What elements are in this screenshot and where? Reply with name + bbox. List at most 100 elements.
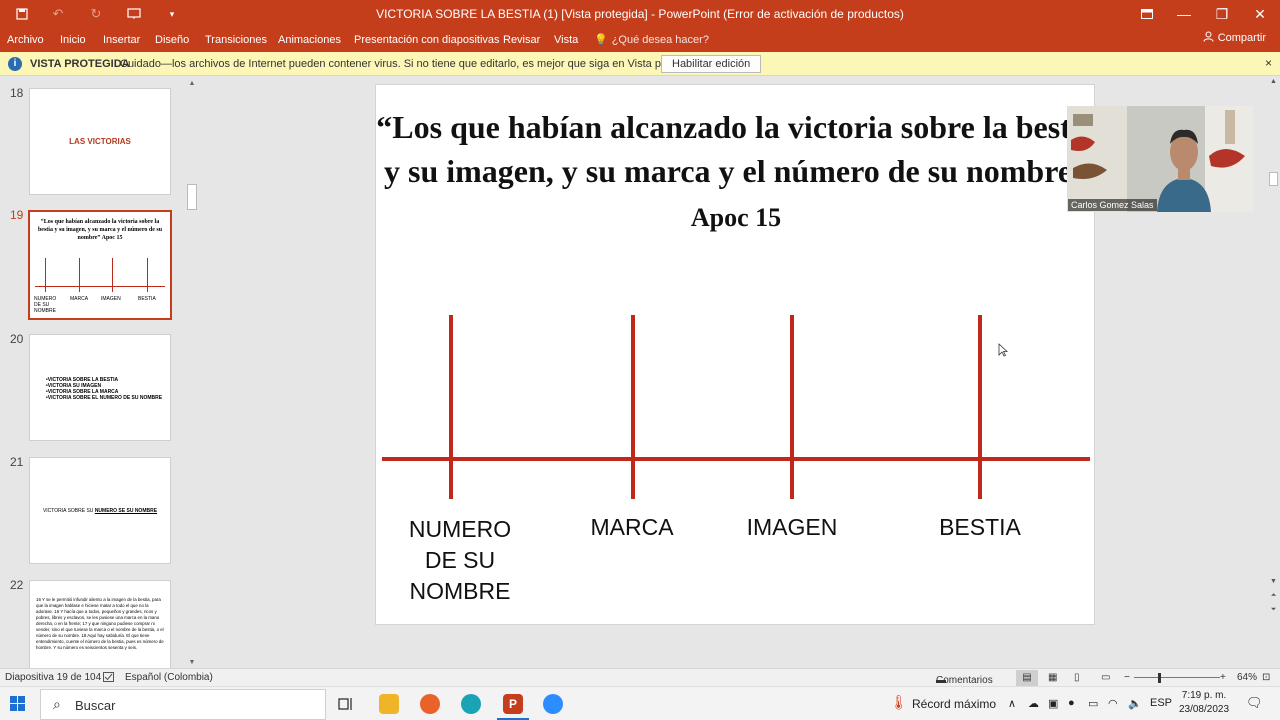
timeline-horizontal-line [382,457,1090,461]
slide-scrollbar-thumb[interactable] [1269,172,1278,186]
slide-title: “Los que habían alcanzado la victoria so… [376,105,1096,240]
thumb-19-hline [35,286,165,287]
language-indicator[interactable]: Español (Colombia) [125,672,213,683]
tab-archivo[interactable]: Archivo [7,28,44,52]
zoom-app-icon[interactable] [543,694,563,714]
tab-inicio[interactable]: Inicio [60,28,86,52]
scroll-up-icon[interactable]: ▲ [1267,78,1280,85]
zoom-level[interactable]: 64% [1237,672,1257,683]
spelling-check-icon[interactable] [103,672,114,685]
scrollbar-thumb[interactable] [187,184,197,210]
microphone-icon[interactable]: ● [1068,697,1075,709]
thumb-19-vline [147,258,148,292]
file-explorer-icon[interactable] [379,694,399,714]
slide-sorter-icon[interactable]: ▦ [1048,672,1057,683]
thumb-19-vline [45,258,46,292]
thumb-21-text: VICTORIA SOBRE SU NUMERO SE SU NOMBRE [30,508,170,514]
scroll-down-icon[interactable]: ▼ [1267,578,1280,585]
clock-time: 7:19 p. m. [1181,690,1227,701]
restore-icon[interactable]: ❐ [1203,0,1241,28]
thumb-21-underlined: NUMERO SE SU NOMBRE [94,508,158,514]
tab-vista[interactable]: Vista [554,28,578,52]
tell-me-box[interactable]: 💡 ¿Qué desea hacer? [594,28,709,52]
background-poster [1067,106,1127,212]
powerpoint-taskbar-icon[interactable]: P [503,694,523,714]
slideshow-view-icon[interactable]: ▭ [1101,672,1110,683]
close-window-icon[interactable]: ✕ [1241,0,1279,28]
fit-slide-icon[interactable]: ⊡ [1262,672,1270,683]
edge-icon[interactable] [461,694,481,714]
tab-insertar[interactable]: Insertar [103,28,140,52]
tab-presentacion[interactable]: Presentación con diapositivas [354,28,500,52]
system-clock[interactable]: 7:19 p. m. 23/08/2023 [1172,689,1236,717]
cloud-icon[interactable]: ☁ [1028,697,1039,710]
zoom-slider[interactable] [1134,677,1220,678]
video-participant-tile[interactable]: Carlos Gomez Salas [1067,106,1253,212]
zoom-in-icon[interactable]: + [1220,672,1226,683]
present-from-start-icon[interactable] [120,0,148,28]
thumb-number: 20 [10,332,24,346]
search-icon: ⌕ [53,696,61,712]
zoom-out-icon[interactable]: − [1124,672,1130,683]
scroll-down-icon[interactable]: ▼ [186,659,198,666]
customize-toolbar-icon[interactable]: ▾ [158,0,186,28]
slide-scrollbar[interactable]: ▲ ▼ ⏶ ⏷ [1267,76,1280,668]
person-icon [1203,31,1214,45]
windows-taskbar: ⌕ Buscar P 🌡 Récord máximo ∧ ☁ ▣ ● ▭ ◠ 🔈… [0,686,1280,720]
save-icon[interactable] [8,0,36,28]
tab-revisar[interactable]: Revisar [503,28,540,52]
slide-thumbnail-22[interactable]: 16 Y se le permitió infundir aliento a l… [29,580,171,668]
thumb-21-lead: VICTORIA SOBRE SU [42,508,94,514]
thumb-19-vline [112,258,113,292]
ribbon-display-icon[interactable] [1128,0,1166,28]
next-slide-icon[interactable]: ⏷ [1267,606,1280,614]
firefox-icon[interactable] [420,694,440,714]
slide-thumbnail-pane[interactable]: 18 LAS VICTORIAS 19 “Los que habían alca… [0,76,201,668]
label-numero: NUMERO DE SU NOMBRE [408,516,512,604]
show-hidden-icons[interactable]: ∧ [1008,697,1016,710]
windows-start-icon[interactable] [10,696,26,712]
title-bar: ↶ ↻ ▾ VICTORIA SOBRE LA BESTIA (1) [Vist… [0,0,1280,28]
thumbnail-scrollbar[interactable]: ▲ ▼ [186,78,198,668]
thumb-22-text: 16 Y se le permitió infundir aliento a l… [36,597,164,650]
protected-view-message: Cuidado—los archivos de Internet pueden … [120,58,704,70]
label-bestia: BESTIA [939,514,1021,540]
tab-animaciones[interactable]: Animaciones [278,28,341,52]
weather-text[interactable]: Récord máximo [912,697,996,711]
participant-video-image [1155,118,1213,212]
normal-view-icon[interactable]: ▤ [1016,670,1038,686]
scroll-up-icon[interactable]: ▲ [186,80,198,87]
volume-icon[interactable]: 🔈 [1128,697,1142,710]
thumb-20-line: •VICTORIA SOBRE EL NUMERO DE SU NOMBRE [46,395,163,401]
battery-icon[interactable]: ▭ [1088,697,1098,710]
tab-diseno[interactable]: Diseño [155,28,189,52]
timeline-marker-numero [449,315,453,499]
share-button[interactable]: Compartir [1203,31,1266,45]
close-protected-bar-icon[interactable]: × [1265,56,1272,70]
thumb-number: 19 [10,208,24,222]
slide-thumbnail-18[interactable]: LAS VICTORIAS [29,88,171,195]
thumb-20-list: •VICTORIA SOBRE LA BESTIA •VICTORIA SU I… [46,377,162,401]
share-label: Compartir [1217,32,1266,44]
keyboard-language[interactable]: ESP [1150,697,1172,709]
slide-thumbnail-20[interactable]: •VICTORIA SOBRE LA BESTIA •VICTORIA SU I… [29,334,171,441]
timeline-marker-bestia [978,315,982,499]
slide-thumbnail-19[interactable]: “Los que habían alcanzado la victoria so… [28,210,172,320]
minimize-icon[interactable]: — [1165,0,1203,28]
camera-icon[interactable]: ▣ [1048,697,1058,710]
slide-counter: Diapositiva 19 de 104 [5,672,102,683]
notifications-icon[interactable]: 🗨 [1246,695,1263,711]
zoom-slider-knob[interactable] [1158,673,1161,683]
redo-icon[interactable]: ↻ [82,0,110,28]
enable-editing-button[interactable]: Habilitar edición [661,55,762,73]
wifi-icon[interactable]: ◠ [1108,697,1118,710]
current-slide[interactable]: “Los que habían alcanzado la victoria so… [375,84,1096,625]
undo-icon[interactable]: ↶ [44,0,72,28]
previous-slide-icon[interactable]: ⏶ [1267,592,1280,600]
task-view-icon[interactable] [337,695,357,715]
reading-view-icon[interactable]: ▯ [1074,672,1080,683]
slide-thumbnail-21[interactable]: VICTORIA SOBRE SU NUMERO SE SU NOMBRE [29,457,171,564]
thumb-number: 18 [10,86,24,100]
tab-transiciones[interactable]: Transiciones [205,28,267,52]
taskbar-search-box[interactable]: ⌕ Buscar [40,689,326,720]
